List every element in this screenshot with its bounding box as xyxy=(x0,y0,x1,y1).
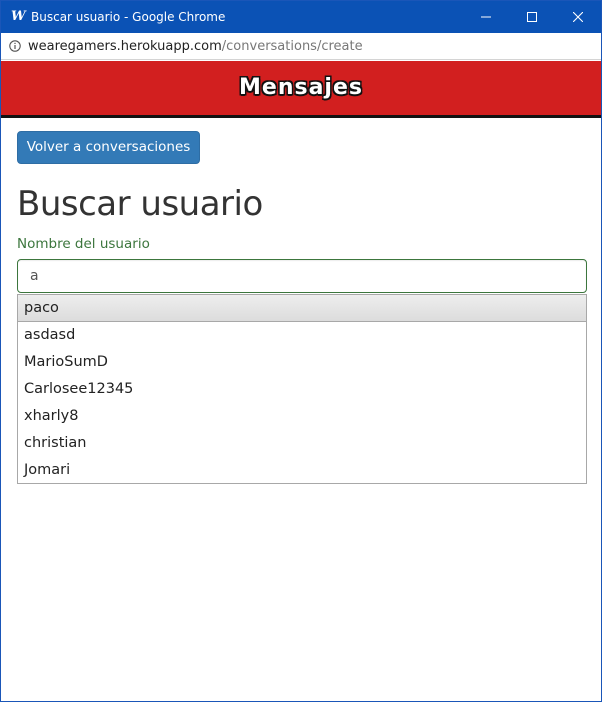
url-host: wearegamers.herokuapp.com xyxy=(28,39,222,54)
app-logo-icon: W xyxy=(11,9,26,24)
title-bar: W Buscar usuario - Google Chrome xyxy=(1,1,601,33)
maximize-icon xyxy=(527,12,537,22)
suggestion-item[interactable]: Carlosee12345 xyxy=(18,376,586,403)
url-text[interactable]: wearegamers.herokuapp.com/conversations/… xyxy=(28,39,363,54)
info-icon[interactable] xyxy=(9,40,21,52)
suggestion-item[interactable]: xharly8 xyxy=(18,403,586,430)
close-button[interactable] xyxy=(555,1,601,33)
url-path: /conversations/create xyxy=(221,39,363,54)
maximize-button[interactable] xyxy=(509,1,555,33)
window-title: Buscar usuario - Google Chrome xyxy=(31,10,226,24)
browser-window: W Buscar usuario - Google Chrome wearega… xyxy=(0,0,602,702)
username-search-input[interactable] xyxy=(17,259,587,293)
close-icon xyxy=(573,12,583,22)
site-brand: Mensajes xyxy=(239,75,363,100)
username-field-label: Nombre del usuario xyxy=(17,236,150,252)
page-title: Buscar usuario xyxy=(17,184,263,224)
suggestion-item[interactable]: christian xyxy=(18,430,586,457)
minimize-icon xyxy=(481,16,491,18)
suggestion-item[interactable]: Jomari xyxy=(18,457,586,484)
address-bar[interactable]: wearegamers.herokuapp.com/conversations/… xyxy=(1,33,601,60)
back-to-conversations-button[interactable]: Volver a conversaciones xyxy=(17,131,200,164)
suggestion-item[interactable]: MarioSumD xyxy=(18,349,586,376)
suggestion-item[interactable]: paco xyxy=(18,295,586,322)
suggestion-item[interactable]: asdasd xyxy=(18,322,586,349)
site-header: Mensajes xyxy=(1,61,601,118)
autocomplete-dropdown: paco asdasd MarioSumD Carlosee12345 xharly8 c… xyxy=(17,294,587,484)
minimize-button[interactable] xyxy=(463,1,509,33)
